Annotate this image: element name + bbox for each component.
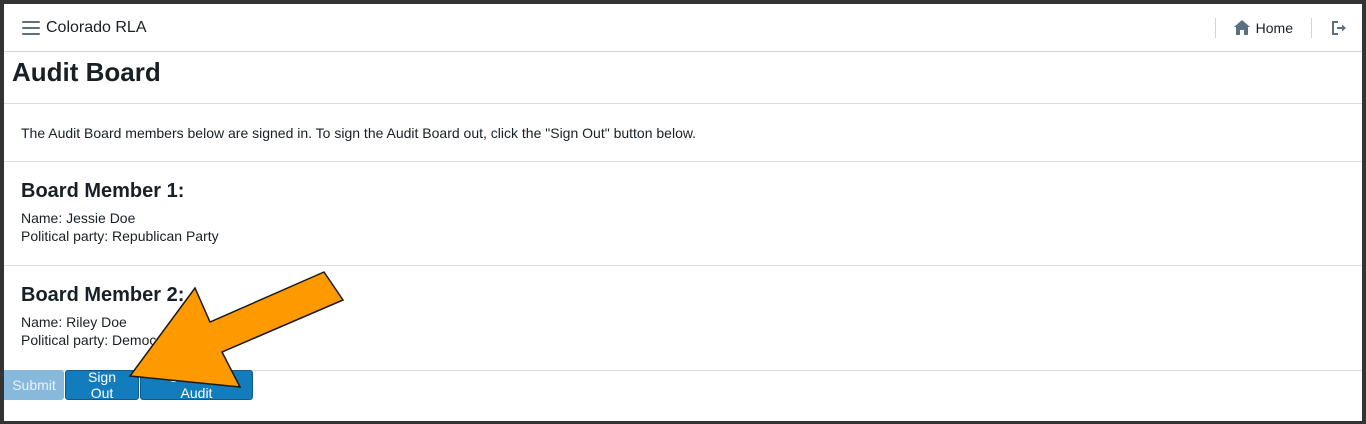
nav-divider	[1214, 17, 1216, 38]
navbar-left: Colorado RLA	[22, 4, 147, 51]
sign-out-button[interactable]: Sign Out	[65, 369, 139, 401]
logout-icon	[1332, 20, 1346, 35]
action-buttons: Submit Sign Out Continue Audit	[4, 369, 254, 401]
hamburger-menu-icon[interactable]	[22, 20, 40, 35]
title-bar: Audit Board	[4, 53, 1362, 104]
home-label: Home	[1255, 19, 1293, 36]
submit-button[interactable]: Submit	[4, 370, 64, 400]
home-button[interactable]: Home	[1226, 16, 1301, 40]
page-title: Audit Board	[12, 57, 161, 87]
navbar-right: Home	[1205, 4, 1362, 51]
board-member-card: Board Member 1: Name: Jessie Doe Politic…	[4, 162, 1362, 266]
member-name: Name: Riley Doe	[21, 314, 127, 330]
continue-audit-button[interactable]: Continue Audit	[140, 369, 253, 401]
member-heading: Board Member 2:	[21, 284, 185, 306]
logout-button[interactable]	[1322, 16, 1354, 40]
member-name: Name: Jessie Doe	[21, 210, 136, 226]
member-party: Political party: Democratic Party	[21, 332, 220, 348]
board-member-card: Board Member 2: Name: Riley Doe Politica…	[4, 266, 1362, 371]
intro-section: The Audit Board members below are signed…	[4, 104, 1362, 162]
intro-text: The Audit Board members below are signed…	[21, 125, 697, 141]
member-party: Political party: Republican Party	[21, 228, 219, 244]
nav-divider	[1311, 17, 1312, 38]
member-heading: Board Member 1:	[21, 180, 185, 202]
app-brand: Colorado RLA	[46, 18, 147, 36]
navbar: Colorado RLA Home	[4, 4, 1362, 52]
home-icon	[1233, 20, 1250, 35]
